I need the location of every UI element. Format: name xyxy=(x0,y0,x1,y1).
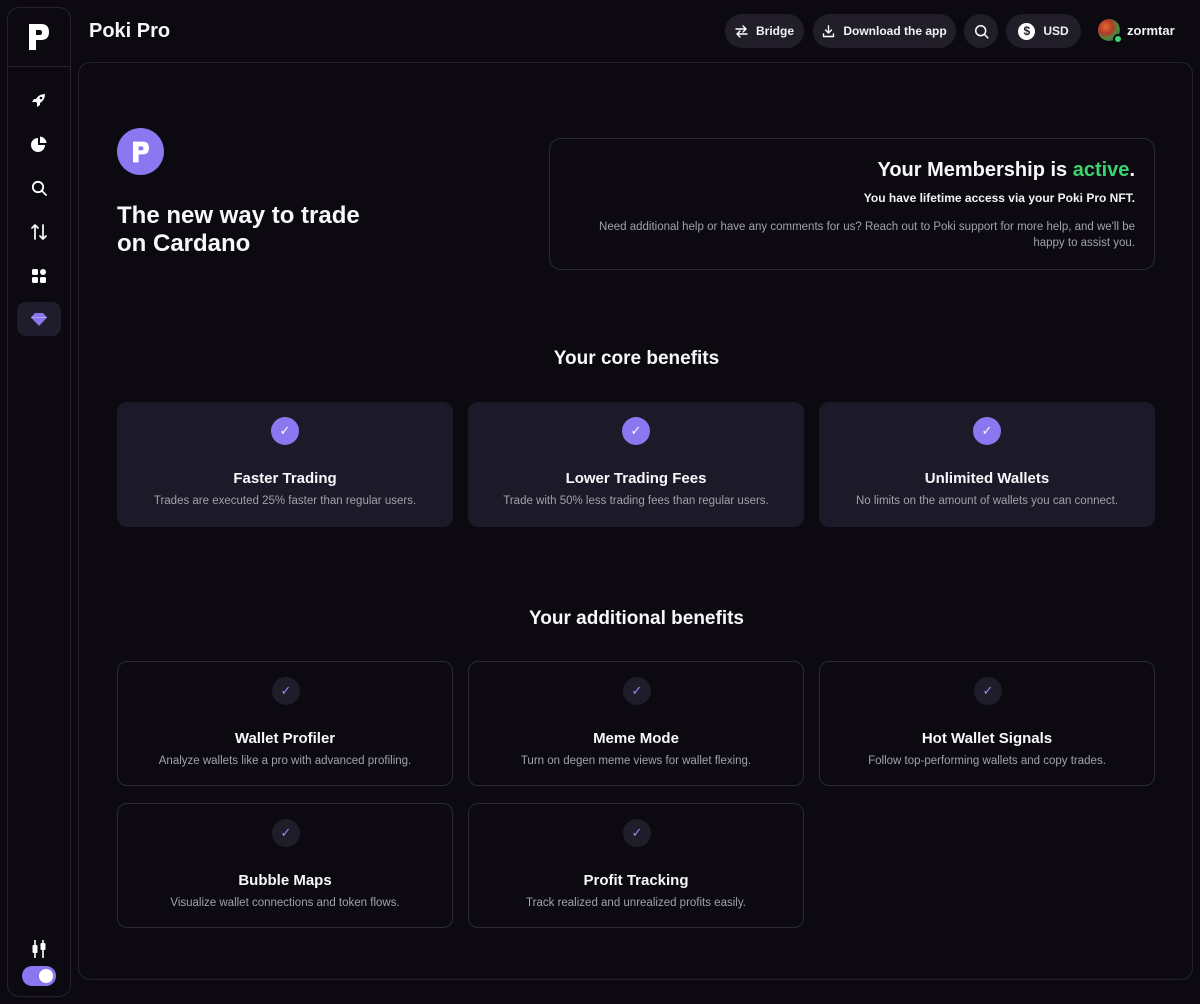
additional-benefit-card: ✓ Bubble Maps Visualize wallet connectio… xyxy=(117,803,453,928)
bridge-label: Bridge xyxy=(755,24,794,38)
theme-toggle[interactable] xyxy=(22,966,56,986)
additional-benefit-card: ✓ Wallet Profiler Analyze wallets like a… xyxy=(117,661,453,786)
membership-title: Your Membership is active. xyxy=(570,159,1135,182)
benefit-description: Trades are executed 25% faster than regu… xyxy=(153,495,417,507)
benefit-title: Profit Tracking xyxy=(583,872,689,889)
core-benefits-title: Your core benefits xyxy=(553,348,720,369)
currency-label: USD xyxy=(1043,24,1069,38)
benefit-description: Track realized and unrealized profits ea… xyxy=(526,897,746,909)
sidebar-item-search[interactable] xyxy=(17,171,61,205)
search-icon xyxy=(31,180,47,196)
currency-selector[interactable]: $ USD xyxy=(1006,14,1081,48)
poki-logo-icon[interactable] xyxy=(28,22,50,52)
hero-headline: The new way to trade on Cardano xyxy=(117,202,417,258)
hero-headline-line2: on Cardano xyxy=(117,230,251,257)
search-button[interactable] xyxy=(964,14,998,48)
check-icon: ✓ xyxy=(271,417,299,445)
benefit-title: Meme Mode xyxy=(593,730,679,747)
benefit-title: Faster Trading xyxy=(233,470,337,487)
download-label: Download the app xyxy=(843,24,947,38)
benefit-title: Unlimited Wallets xyxy=(924,470,1050,487)
additional-benefit-card: ✓ Meme Mode Turn on degen meme views for… xyxy=(468,661,804,786)
membership-help-text: Need additional help or have any comment… xyxy=(599,221,1135,249)
check-icon: ✓ xyxy=(973,417,1001,445)
poki-pro-logo-icon xyxy=(117,128,164,175)
sidebar-item-pro[interactable] xyxy=(17,302,61,336)
core-benefit-card: ✓ Lower Trading Fees Trade with 50% less… xyxy=(468,402,804,527)
arrows-up-down-icon xyxy=(31,224,47,240)
toggle-knob xyxy=(39,969,53,983)
benefit-description: Follow top-performing wallets and copy t… xyxy=(868,755,1106,767)
dollar-coin-icon: $ xyxy=(1018,22,1036,40)
membership-title-suffix: . xyxy=(1129,159,1135,181)
search-icon xyxy=(974,24,989,39)
benefit-description: No limits on the amount of wallets you c… xyxy=(855,495,1119,507)
avatar xyxy=(1098,19,1123,44)
username: zormtar xyxy=(1127,22,1175,38)
user-menu[interactable]: zormtar xyxy=(1098,19,1175,44)
benefit-title: Hot Wallet Signals xyxy=(921,730,1053,747)
hero-headline-line1: The new way to trade xyxy=(117,202,360,229)
bridge-button[interactable]: Bridge xyxy=(725,14,804,48)
check-icon: ✓ xyxy=(623,819,651,847)
sidebar-item-discover[interactable] xyxy=(17,83,61,117)
sidebar-item-swap[interactable] xyxy=(17,215,61,249)
sidebar xyxy=(7,7,71,997)
additional-benefit-card: ✓ Hot Wallet Signals Follow top-performi… xyxy=(819,661,1155,786)
core-benefit-card: ✓ Unlimited Wallets No limits on the amo… xyxy=(819,402,1155,527)
benefit-title: Bubble Maps xyxy=(238,872,332,889)
rocket-icon xyxy=(32,94,45,107)
download-app-button[interactable]: Download the app xyxy=(813,14,956,48)
membership-subtitle: You have lifetime access via your Poki P… xyxy=(863,191,1135,205)
benefit-description: Visualize wallet connections and token f… xyxy=(170,897,400,909)
online-status-dot xyxy=(1113,34,1123,44)
check-icon: ✓ xyxy=(272,677,300,705)
benefit-title: Lower Trading Fees xyxy=(565,470,707,487)
additional-benefits-title: Your additional benefits xyxy=(529,608,744,629)
sidebar-item-apps[interactable] xyxy=(17,259,61,293)
diamond-icon xyxy=(31,313,47,326)
benefit-title: Wallet Profiler xyxy=(234,730,336,747)
check-icon: ✓ xyxy=(622,417,650,445)
sidebar-item-portfolio[interactable] xyxy=(17,127,61,161)
pie-chart-icon xyxy=(31,136,47,152)
check-icon: ✓ xyxy=(974,677,1002,705)
download-icon xyxy=(823,24,835,37)
additional-benefit-card: ✓ Profit Tracking Track realized and unr… xyxy=(468,803,804,928)
candlestick-icon[interactable] xyxy=(30,939,48,959)
benefit-description: Turn on degen meme views for wallet flex… xyxy=(520,755,752,767)
membership-title-prefix: Your Membership is xyxy=(877,159,1073,181)
sidebar-divider xyxy=(8,66,70,67)
core-benefit-card: ✓ Faster Trading Trades are executed 25%… xyxy=(117,402,453,527)
benefit-description: Analyze wallets like a pro with advanced… xyxy=(158,755,412,767)
benefit-description: Trade with 50% less trading fees than re… xyxy=(503,495,769,507)
main-panel: The new way to trade on Cardano Your Mem… xyxy=(78,62,1193,980)
check-icon: ✓ xyxy=(623,677,651,705)
membership-card: Your Membership is active. You have life… xyxy=(549,138,1155,270)
transfer-arrows-icon xyxy=(735,24,748,38)
app-title: Poki Pro xyxy=(89,20,171,42)
grid-icon xyxy=(32,269,46,283)
membership-status: active xyxy=(1072,159,1130,181)
check-icon: ✓ xyxy=(272,819,300,847)
